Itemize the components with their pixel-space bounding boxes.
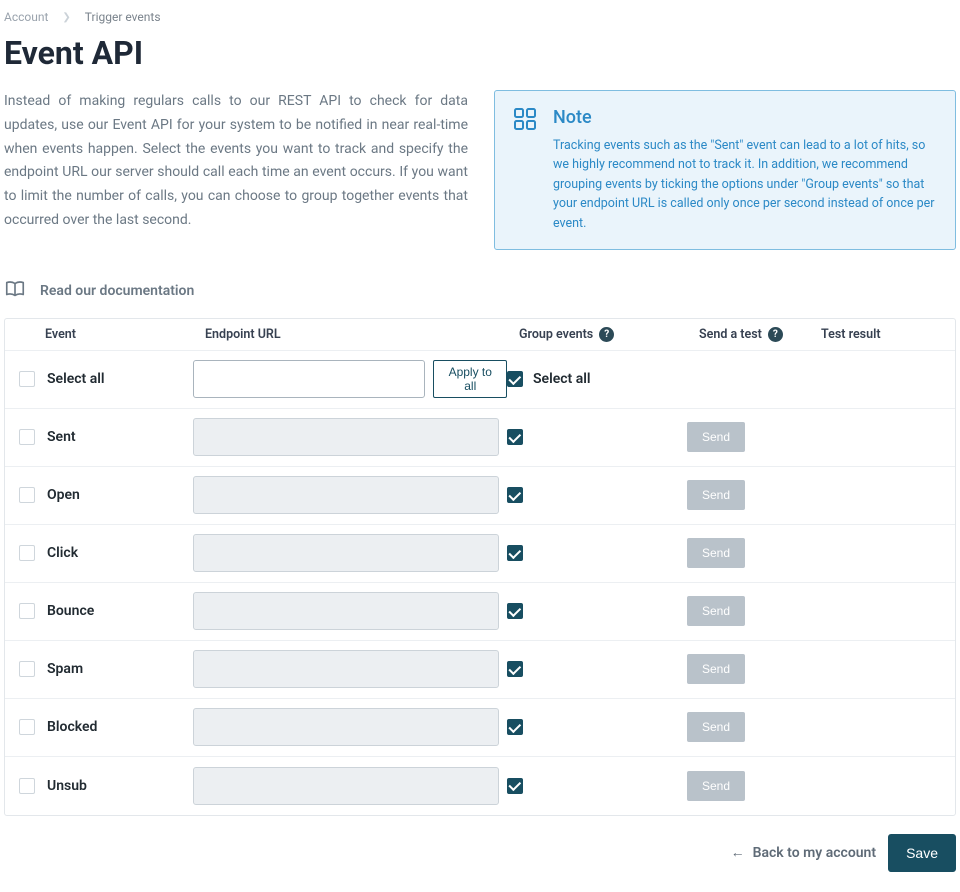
event-label: Sent — [47, 429, 76, 445]
endpoint-url-input[interactable] — [193, 476, 499, 514]
select-all-group-label: Select all — [533, 371, 591, 387]
table-row: Open Send — [5, 467, 955, 525]
th-group-label: Group events — [519, 327, 593, 342]
note-box: Note Tracking events such as the "Sent" … — [494, 90, 956, 250]
endpoint-url-input-all[interactable] — [193, 360, 425, 398]
event-label: Blocked — [47, 719, 97, 735]
help-icon[interactable]: ? — [768, 327, 783, 342]
send-test-button[interactable]: Send — [687, 480, 745, 510]
breadcrumb-current: Trigger events — [85, 10, 161, 24]
intro-text: Instead of making regulars calls to our … — [4, 90, 468, 233]
th-result: Test result — [821, 327, 941, 342]
table-header: Event Endpoint URL Group events ? Send a… — [5, 319, 955, 351]
endpoint-url-input[interactable] — [193, 418, 499, 456]
page-title: Event API — [4, 34, 956, 72]
endpoint-url-input[interactable] — [193, 650, 499, 688]
table-row: Sent Send — [5, 409, 955, 467]
endpoint-url-input[interactable] — [193, 767, 499, 805]
th-event: Event — [19, 327, 205, 342]
event-checkbox[interactable] — [19, 545, 35, 561]
event-checkbox[interactable] — [19, 719, 35, 735]
event-checkbox[interactable] — [19, 603, 35, 619]
events-table: Event Endpoint URL Group events ? Send a… — [4, 318, 956, 816]
apps-grid-icon — [513, 107, 537, 233]
event-checkbox[interactable] — [19, 487, 35, 503]
th-test: Send a test ? — [699, 327, 821, 342]
documentation-link[interactable]: Read our documentation — [4, 278, 956, 304]
apply-to-all-button[interactable]: Apply to all — [433, 360, 507, 398]
send-test-button[interactable]: Send — [687, 538, 745, 568]
endpoint-url-input[interactable] — [193, 534, 499, 572]
endpoint-url-input[interactable] — [193, 592, 499, 630]
documentation-link-label: Read our documentation — [40, 283, 194, 299]
group-checkbox[interactable] — [507, 545, 523, 561]
back-to-account-link[interactable]: ← Back to my account — [731, 844, 876, 861]
group-checkbox[interactable] — [507, 429, 523, 445]
th-url: Endpoint URL — [205, 327, 519, 342]
table-row: Spam Send — [5, 641, 955, 699]
th-group: Group events ? — [519, 327, 699, 342]
footer-actions: ← Back to my account Save — [4, 816, 956, 872]
send-test-button[interactable]: Send — [687, 771, 745, 801]
send-test-button[interactable]: Send — [687, 422, 745, 452]
arrow-left-icon: ← — [731, 844, 745, 861]
endpoint-url-input[interactable] — [193, 708, 499, 746]
th-test-label: Send a test — [699, 327, 762, 342]
send-test-button[interactable]: Send — [687, 596, 745, 626]
select-all-label: Select all — [47, 371, 105, 387]
event-checkbox[interactable] — [19, 778, 35, 794]
help-icon[interactable]: ? — [599, 327, 614, 342]
book-icon — [4, 278, 26, 304]
table-row: Unsub Send — [5, 757, 955, 815]
group-checkbox[interactable] — [507, 487, 523, 503]
event-checkbox[interactable] — [19, 429, 35, 445]
send-test-button[interactable]: Send — [687, 712, 745, 742]
send-test-button[interactable]: Send — [687, 654, 745, 684]
chevron-right-icon: ❯ — [62, 12, 70, 23]
note-text: Tracking events such as the "Sent" event… — [553, 136, 937, 233]
note-title: Note — [553, 107, 937, 128]
event-label: Spam — [47, 661, 83, 677]
table-row: Blocked Send — [5, 699, 955, 757]
event-label: Unsub — [47, 778, 87, 794]
breadcrumb: Account ❯ Trigger events — [4, 8, 956, 34]
group-checkbox[interactable] — [507, 778, 523, 794]
group-checkbox[interactable] — [507, 719, 523, 735]
table-row: Bounce Send — [5, 583, 955, 641]
row-select-all: Select all Apply to all Select all — [5, 351, 955, 409]
save-button[interactable]: Save — [888, 834, 956, 872]
event-checkbox[interactable] — [19, 661, 35, 677]
back-label: Back to my account — [753, 845, 876, 861]
event-label: Click — [47, 545, 78, 561]
group-checkbox[interactable] — [507, 603, 523, 619]
event-label: Bounce — [47, 603, 94, 619]
select-all-event-checkbox[interactable] — [19, 371, 35, 387]
table-row: Click Send — [5, 525, 955, 583]
group-checkbox[interactable] — [507, 661, 523, 677]
event-label: Open — [47, 487, 80, 503]
select-all-group-checkbox[interactable] — [507, 371, 523, 387]
breadcrumb-account-link[interactable]: Account — [4, 10, 48, 24]
